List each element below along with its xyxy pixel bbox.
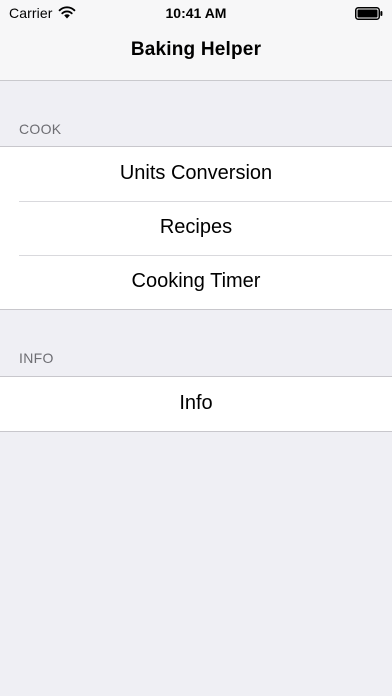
cooking-timer-cell[interactable]: Cooking Timer xyxy=(0,255,392,309)
section-header-cook: COOK xyxy=(19,121,62,137)
cook-section: Units Conversion Recipes Cooking Timer xyxy=(0,146,392,310)
status-time: 10:41 AM xyxy=(165,5,227,21)
battery-icon xyxy=(355,7,383,20)
status-bar: Carrier 10:41 AM xyxy=(0,0,392,26)
units-conversion-cell[interactable]: Units Conversion xyxy=(0,147,392,201)
page-title: Baking Helper xyxy=(130,39,262,60)
info-cell[interactable]: Info xyxy=(0,377,392,431)
recipes-cell[interactable]: Recipes xyxy=(0,201,392,255)
section-header-info: INFO xyxy=(19,350,54,366)
navigation-bar: Carrier 10:41 AM Baking Helper xyxy=(0,0,392,81)
info-section: Info xyxy=(0,376,392,432)
